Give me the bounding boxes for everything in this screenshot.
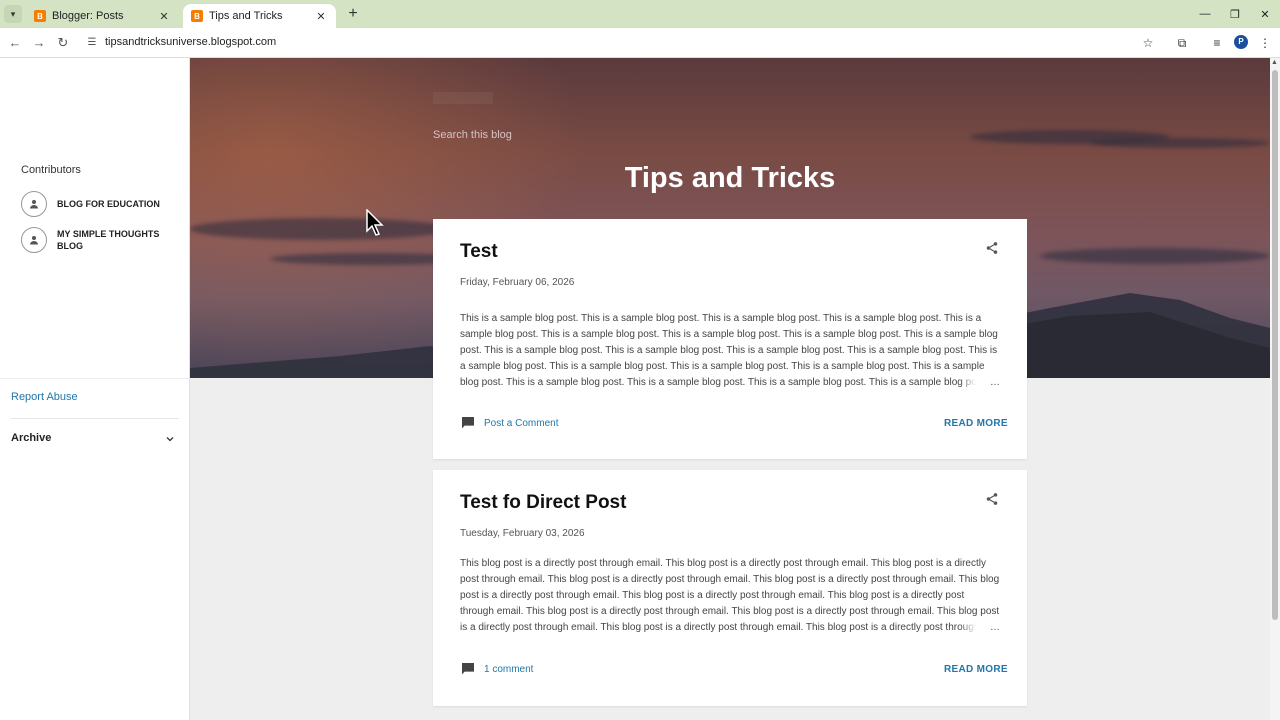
tab-close-icon[interactable]: ✕ [157, 10, 171, 23]
post-card: Test Friday, February 06, 2026 This is a… [433, 219, 1027, 459]
tab-search-icon[interactable]: ▾ [4, 5, 22, 23]
tab-strip: ▾ B Blogger: Posts ✕ B Tips and Tricks ✕… [0, 0, 1280, 28]
post-date: Friday, February 06, 2026 [460, 277, 575, 288]
contributor-name[interactable]: BLOG FOR EDUCATION [57, 198, 167, 210]
comment-link[interactable]: Post a Comment [460, 415, 558, 431]
post-snippet: This blog post is a directly post throug… [460, 556, 1000, 636]
address-bar[interactable]: tipsandtricksuniverse.blogspot.com [105, 36, 276, 48]
contributor-item[interactable]: BLOG FOR EDUCATION [21, 191, 167, 217]
cloud-shape [1090, 138, 1270, 148]
blogger-favicon-icon: B [34, 10, 46, 22]
browser-toolbar: ← → ↻ ☰ tipsandtricksuniverse.blogspot.c… [0, 28, 1280, 58]
minimize-icon[interactable]: — [1190, 0, 1220, 28]
post-title[interactable]: Test fo Direct Post [460, 492, 626, 514]
post-card: Test fo Direct Post Tuesday, February 03… [433, 470, 1027, 706]
left-sidebar: Contributors BLOG FOR EDUCATION MY SIMPL… [0, 58, 190, 720]
tab-close-icon[interactable]: ✕ [314, 10, 328, 23]
tab-title: Blogger: Posts [52, 10, 124, 22]
tab-blogger-posts[interactable]: B Blogger: Posts ✕ [26, 4, 179, 28]
forward-icon[interactable]: → [30, 34, 48, 52]
media-controls-icon[interactable]: ≡ [1208, 34, 1226, 52]
reload-icon[interactable]: ↻ [54, 34, 72, 52]
site-info-icon[interactable]: ☰ [84, 35, 100, 51]
share-icon[interactable] [985, 241, 999, 255]
post-snippet-text: This is a sample blog post. This is a sa… [460, 313, 998, 388]
comment-icon [462, 417, 474, 429]
comment-link[interactable]: 1 comment [460, 661, 533, 677]
contributors-heading: Contributors [21, 164, 81, 176]
scroll-up-icon[interactable]: ▲ [1271, 59, 1278, 66]
mouse-cursor-icon [366, 209, 384, 236]
close-window-icon[interactable]: ✕ [1250, 0, 1280, 28]
back-icon[interactable]: ← [6, 34, 24, 52]
read-more-link[interactable]: READ MORE [944, 418, 1008, 429]
scroll-thumb[interactable] [1272, 70, 1278, 620]
bookmark-star-icon[interactable]: ☆ [1139, 34, 1157, 52]
post-snippet-text: This blog post is a directly post throug… [460, 558, 1000, 633]
restore-icon[interactable]: ❐ [1220, 0, 1250, 28]
post-date: Tuesday, February 03, 2026 [460, 528, 585, 539]
post-title[interactable]: Test [460, 241, 498, 263]
sidebar-divider [0, 378, 190, 379]
new-tab-icon[interactable]: + [345, 6, 361, 22]
comment-label[interactable]: 1 comment [484, 664, 533, 675]
window-controls: — ❐ ✕ [1190, 0, 1280, 28]
archive-heading[interactable]: Archive [11, 432, 51, 444]
sidebar-rule [11, 418, 179, 419]
profile-avatar[interactable]: P [1234, 35, 1248, 49]
post-snippet-ellipsis: … [960, 375, 1000, 391]
cloud-shape [190, 218, 450, 240]
tab-tips-and-tricks[interactable]: B Tips and Tricks ✕ [183, 4, 336, 28]
extensions-icon[interactable]: ⧉ [1173, 34, 1191, 52]
report-abuse-link[interactable]: Report Abuse [11, 391, 78, 403]
contributor-name[interactable]: MY SIMPLE THOUGHTS BLOG [57, 228, 167, 252]
read-more-link[interactable]: READ MORE [944, 664, 1008, 675]
post-snippet: This is a sample blog post. This is a sa… [460, 311, 1000, 391]
tab-title: Tips and Tricks [209, 10, 283, 22]
search-input[interactable]: Search this blog [433, 129, 512, 141]
share-icon[interactable] [985, 492, 999, 506]
contributor-item[interactable]: MY SIMPLE THOUGHTS BLOG [21, 227, 167, 253]
menu-icon[interactable]: ⋮ [1256, 34, 1274, 52]
person-icon [21, 227, 47, 253]
comment-icon [462, 663, 474, 675]
header-faint-logo [433, 92, 493, 104]
person-icon [21, 191, 47, 217]
blogger-favicon-icon: B [191, 10, 203, 22]
chevron-down-icon[interactable] [164, 433, 176, 445]
page-scrollbar[interactable]: ▲ [1270, 58, 1280, 720]
comment-label[interactable]: Post a Comment [484, 418, 558, 429]
blog-title[interactable]: Tips and Tricks [433, 162, 1027, 195]
post-snippet-ellipsis: … [960, 620, 1000, 636]
